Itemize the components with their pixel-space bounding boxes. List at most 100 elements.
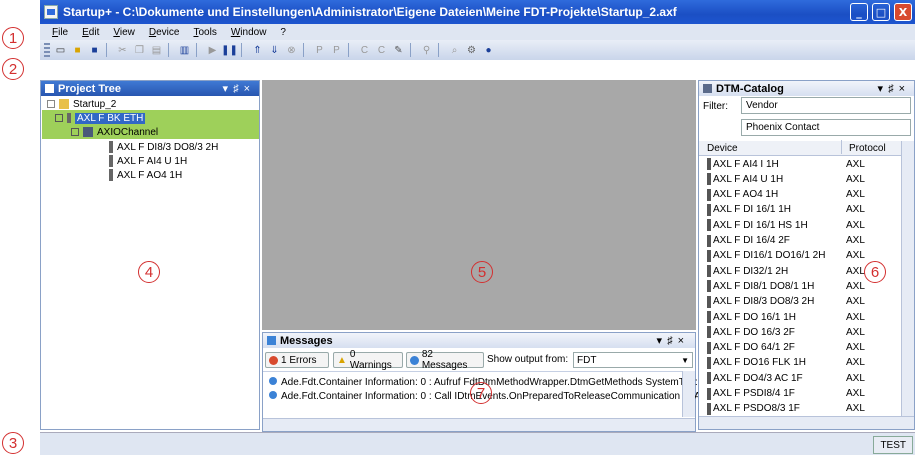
protocol-column-header[interactable]: Protocol	[849, 143, 886, 154]
vendor-select[interactable]: Phoenix Contact	[741, 119, 911, 136]
info-icon	[410, 355, 419, 365]
tree-item-module[interactable]: AXL F DI8/3 DO8/3 2H	[109, 140, 218, 154]
close-button[interactable]: X	[894, 3, 912, 21]
message-line[interactable]: Ade.Fdt.Container Information: 0 : Aufru…	[269, 377, 713, 388]
catalog-row[interactable]: AXL F DI16/1 DO16/1 2H AXL	[707, 249, 865, 263]
copy-icon[interactable]: ❐	[133, 44, 146, 57]
close-icon[interactable]: ×	[244, 83, 255, 95]
open-folder-icon[interactable]: ■	[71, 44, 84, 57]
tree-item-axl-bk-eth[interactable]: AXL F BK ETH	[55, 111, 146, 125]
tree-item-startup[interactable]: Startup_2	[47, 97, 116, 111]
catalog-row[interactable]: AXL F PSDO8/3 1F AXL	[707, 402, 865, 416]
messages-horizontal-scrollbar[interactable]	[263, 418, 695, 431]
callout-1: 1	[2, 27, 24, 49]
tree-item-module[interactable]: AXL F AO4 1H	[109, 168, 182, 182]
callout-5: 5	[471, 261, 493, 283]
catalog-row[interactable]: AXL F DI 16/4 2F AXL	[707, 234, 865, 248]
catalog-row[interactable]: AXL F AO4 1H AXL	[707, 188, 865, 202]
expand-icon[interactable]	[55, 114, 63, 122]
settings-icon[interactable]: ⚙	[465, 44, 478, 57]
play-icon[interactable]: ▶	[206, 44, 219, 57]
pane-menu-icon[interactable]: ▾	[878, 83, 889, 95]
catalog-row[interactable]: AXL F DO16 FLK 1H AXL	[707, 356, 865, 370]
info-icon[interactable]: ●	[482, 44, 495, 57]
filter-select[interactable]: Vendor	[741, 97, 911, 114]
pin-icon[interactable]: ♯	[667, 335, 678, 347]
output-source-select[interactable]: FDT ▼	[573, 352, 693, 368]
catalog-row[interactable]: AXL F DI8/1 DO8/1 1H AXL	[707, 279, 865, 293]
show-output-label: Show output from:	[487, 354, 569, 365]
maximize-button[interactable]: □	[872, 3, 890, 21]
chevron-down-icon[interactable]: ▼	[681, 356, 689, 365]
pane-menu-icon[interactable]: ▾	[657, 335, 668, 347]
connect-icon[interactable]: C	[358, 44, 371, 57]
menu-view[interactable]: View	[113, 27, 135, 38]
expand-icon[interactable]	[47, 100, 55, 108]
minimize-button[interactable]: _	[850, 3, 868, 21]
workspace-area[interactable]	[262, 80, 696, 330]
messages-vertical-scrollbar[interactable]	[682, 371, 695, 417]
catalog-row[interactable]: AXL F DO 16/1 1H AXL	[707, 310, 865, 324]
upload-icon[interactable]: ⇑	[251, 44, 264, 57]
catalog-vertical-scrollbar[interactable]	[901, 141, 914, 419]
tree-item-axiochannel[interactable]: AXIOChannel	[71, 125, 158, 139]
pause-icon[interactable]: ❚❚	[221, 44, 238, 57]
paste-icon[interactable]: ▤	[150, 44, 163, 57]
catalog-row[interactable]: AXL F DI32/1 2H AXL	[707, 264, 865, 278]
close-icon[interactable]: ×	[899, 83, 910, 95]
tool-icon[interactable]: ✎	[392, 44, 405, 57]
tree-item-label: AXIOChannel	[97, 126, 159, 138]
catalog-row[interactable]: AXL F AI4 U 1H AXL	[707, 172, 865, 186]
menu-file[interactable]: File	[52, 27, 68, 38]
pane-menu-icon[interactable]: ▾	[223, 83, 234, 95]
device-icon	[707, 249, 711, 262]
parameter-read-icon[interactable]: P	[313, 44, 326, 57]
device-name: AXL F AI4 U 1H	[713, 173, 784, 185]
menu-edit[interactable]: Edit	[82, 27, 99, 38]
pin-icon[interactable]: ♯	[233, 83, 244, 95]
menu-help[interactable]: ?	[280, 27, 286, 38]
catalog-row[interactable]: AXL F AI4 I 1H AXL	[707, 157, 865, 171]
catalog-row[interactable]: AXL F DI8/3 DO8/3 2H AXL	[707, 295, 865, 309]
catalog-horizontal-scrollbar[interactable]	[699, 416, 914, 429]
save-icon[interactable]: ■	[88, 44, 101, 57]
device-name: AXL F DO 16/3 2F	[713, 326, 795, 338]
device-name: AXL F DO 16/1 1H	[713, 311, 796, 323]
expand-icon[interactable]	[71, 128, 79, 136]
info-icon	[269, 377, 277, 385]
catalog-row[interactable]: AXL F PSDI8/4 1F AXL	[707, 387, 865, 401]
catalog-row[interactable]: AXL F DO 16/3 2F AXL	[707, 325, 865, 339]
protocol-name: AXL	[846, 403, 865, 415]
vendor-value: Phoenix Contact	[746, 122, 820, 133]
device-column-header[interactable]: Device	[707, 143, 738, 154]
menu-device[interactable]: Device	[149, 27, 180, 38]
protocol-name: AXL	[846, 235, 865, 246]
warnings-filter-button[interactable]: ▲ 0 Warnings	[333, 349, 403, 371]
errors-filter-button[interactable]: 1 Errors	[265, 352, 329, 368]
toolbar-grip[interactable]	[44, 43, 50, 57]
menu-tools[interactable]: Tools	[193, 27, 216, 38]
catalog-row[interactable]: AXL F DO 64/1 2F AXL	[707, 341, 865, 355]
catalog-row[interactable]: AXL F DO4/3 AC 1F AXL	[707, 371, 865, 385]
device-icon	[707, 188, 711, 201]
messages-title: Messages	[280, 334, 333, 347]
close-icon[interactable]: ×	[678, 335, 689, 347]
cut-icon[interactable]: ✂	[116, 44, 129, 57]
messages-filter-button[interactable]: 82 Messages	[406, 349, 484, 371]
menu-window[interactable]: Window	[231, 27, 267, 38]
network-icon[interactable]: ⚲	[420, 44, 433, 57]
catalog-row[interactable]: AXL F DI 16/1 HS 1H AXL	[707, 218, 865, 232]
catalog-row[interactable]: AXL F DI 16/1 1H AXL	[707, 203, 865, 217]
download-icon[interactable]: ⇓	[268, 44, 281, 57]
parameter-write-icon[interactable]: P	[330, 44, 343, 57]
search-icon[interactable]: ⌕	[448, 44, 461, 57]
new-file-icon[interactable]: ▭	[54, 44, 67, 57]
pin-icon[interactable]: ♯	[888, 83, 899, 95]
layout-icon[interactable]: ▥	[178, 44, 191, 57]
message-text: Ade.Fdt.Container Information: 0 : Aufru…	[281, 377, 714, 388]
stop-icon[interactable]: ⊗	[285, 44, 298, 57]
catalog-icon	[703, 84, 712, 93]
tree-item-module[interactable]: AXL F AI4 U 1H	[109, 154, 187, 168]
disconnect-icon[interactable]: C	[375, 44, 388, 57]
protocol-name: AXL	[846, 204, 865, 216]
